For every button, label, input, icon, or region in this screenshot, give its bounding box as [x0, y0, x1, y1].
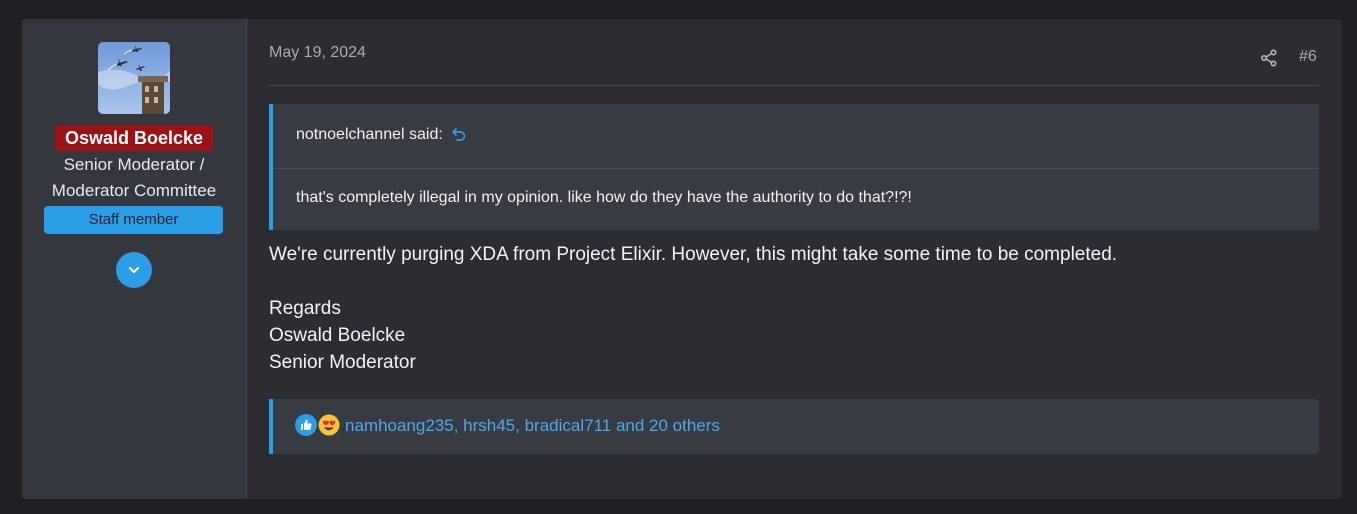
user-info-sidebar: Oswald Boelcke Senior Moderator / Modera… — [22, 19, 247, 499]
quote-block: notnoelchannel said: that's completely i… — [269, 104, 1319, 230]
staff-badge: Staff member — [44, 206, 223, 234]
love-eyes-icon[interactable] — [318, 414, 340, 436]
forum-post: Oswald Boelcke Senior Moderator / Modera… — [22, 19, 1342, 499]
reaction-users-link[interactable]: namhoang235, hrsh45, bradical711 and 20 … — [345, 416, 720, 436]
message-paragraph: We're currently purging XDA from Project… — [269, 244, 1118, 265]
quote-attribution[interactable]: notnoelchannel said: — [296, 126, 467, 144]
reactions-bar: namhoang235, hrsh45, bradical711 and 20 … — [269, 399, 1319, 454]
like-icon[interactable] — [295, 414, 317, 436]
quote-divider — [273, 168, 1319, 169]
user-title-line2: Moderator Committee — [51, 181, 217, 200]
signature-name: Oswald Boelcke — [269, 325, 406, 346]
header-divider — [269, 85, 1319, 86]
arrow-return-icon[interactable] — [451, 127, 467, 143]
post-number-link[interactable]: #6 — [1299, 48, 1317, 66]
expand-user-info-button[interactable] — [116, 252, 152, 288]
quote-text: that's completely illegal in my opinion.… — [296, 189, 912, 206]
user-title-line1: Senior Moderator / — [63, 155, 205, 174]
share-icon[interactable] — [1260, 49, 1278, 67]
post-message: We're currently purging XDA from Project… — [269, 241, 1319, 376]
signature-regards: Regards — [269, 298, 341, 319]
avatar[interactable] — [98, 42, 170, 114]
post-main: May 19, 2024 #6 notnoelchannel said: tha… — [247, 19, 1342, 499]
thumbs-up-icon — [301, 419, 312, 430]
chevron-down-icon — [128, 266, 140, 274]
post-date[interactable]: May 19, 2024 — [269, 44, 366, 62]
signature-role: Senior Moderator — [269, 352, 416, 373]
user-title: Senior Moderator / Moderator Committee — [22, 152, 246, 204]
quote-author-label[interactable]: notnoelchannel said: — [296, 126, 443, 144]
username[interactable]: Oswald Boelcke — [55, 125, 213, 151]
reaction-icons[interactable] — [295, 414, 340, 436]
